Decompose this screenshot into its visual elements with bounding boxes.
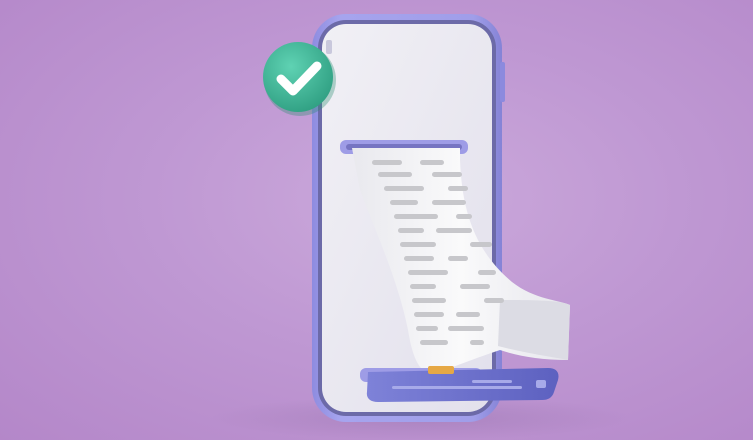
receipt-line xyxy=(460,284,490,289)
credit-card xyxy=(366,368,559,402)
receipt-line xyxy=(398,228,424,233)
receipt-line xyxy=(412,298,446,303)
receipt-line xyxy=(448,326,484,331)
receipt-line xyxy=(420,160,444,165)
receipt-line xyxy=(436,228,472,233)
receipt-line xyxy=(378,172,412,177)
receipt-line xyxy=(470,242,492,247)
card-detail-line xyxy=(472,380,512,383)
receipt-line xyxy=(416,326,438,331)
receipt-line xyxy=(432,172,462,177)
receipt-line xyxy=(384,186,424,191)
receipt-line xyxy=(484,298,504,303)
receipt-line xyxy=(408,270,448,275)
receipt-line xyxy=(372,160,402,165)
receipt-line xyxy=(404,256,434,261)
card-number-line xyxy=(392,386,522,389)
receipt-line xyxy=(470,340,484,345)
receipt-line xyxy=(414,312,444,317)
receipt-line xyxy=(400,242,436,247)
card-logo xyxy=(536,380,546,388)
receipt-line xyxy=(410,284,436,289)
receipt-line xyxy=(478,270,496,275)
receipt-line xyxy=(420,340,448,345)
card-chip xyxy=(428,366,454,374)
payment-receipt-illustration xyxy=(210,14,630,440)
receipt-line xyxy=(390,200,418,205)
receipt-line xyxy=(448,186,468,191)
side-button xyxy=(500,62,505,102)
speaker-mark xyxy=(326,40,332,54)
receipt-line xyxy=(456,312,480,317)
illustration-scene xyxy=(0,0,753,440)
receipt-line xyxy=(448,256,468,261)
receipt-line xyxy=(456,214,472,219)
receipt-line xyxy=(432,200,466,205)
receipt-line xyxy=(394,214,438,219)
